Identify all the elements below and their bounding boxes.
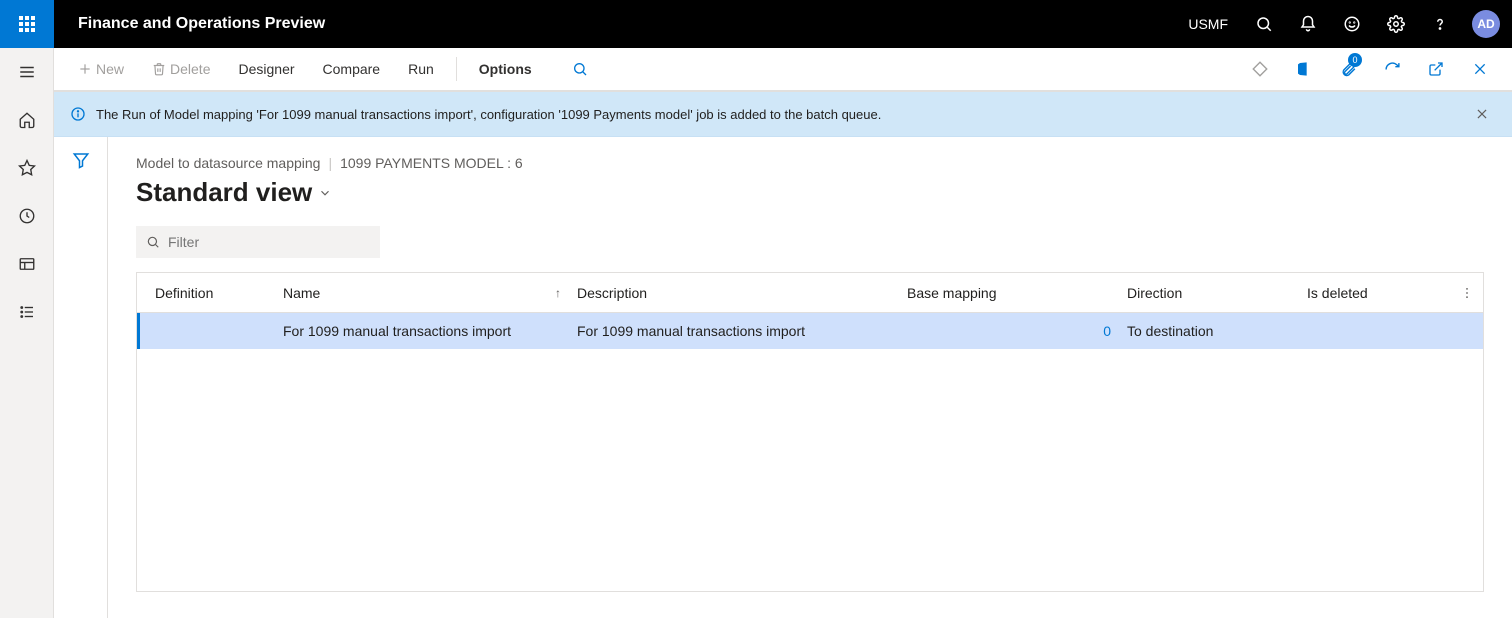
col-header-base-mapping[interactable]: Base mapping (899, 285, 1089, 301)
home-icon (18, 111, 36, 129)
nav-recent[interactable] (0, 192, 54, 240)
compare-label: Compare (323, 61, 381, 77)
attachments-button[interactable]: 0 (1330, 51, 1366, 87)
refresh-button[interactable] (1374, 51, 1410, 87)
col-header-definition[interactable]: Definition (147, 285, 275, 301)
breadcrumb-b: 1099 PAYMENTS MODEL : 6 (340, 155, 523, 171)
filter-box[interactable] (136, 226, 380, 258)
info-icon (70, 106, 86, 122)
popout-button[interactable] (1418, 51, 1454, 87)
more-vertical-icon (1460, 286, 1474, 300)
chevron-down-icon[interactable] (318, 186, 332, 200)
breadcrumb-a[interactable]: Model to datasource mapping (136, 155, 320, 171)
col-header-name[interactable]: Name ↑ (275, 285, 569, 301)
settings-button[interactable] (1376, 0, 1416, 48)
workspace-icon (18, 255, 36, 273)
table-row[interactable]: For 1099 manual transactions import For … (137, 313, 1483, 349)
new-button[interactable]: New (68, 55, 134, 83)
app-header: Finance and Operations Preview USMF AD (0, 0, 1512, 48)
col-header-name-label: Name (283, 285, 320, 301)
notifications-button[interactable] (1288, 0, 1328, 48)
refresh-icon (1384, 61, 1401, 78)
delete-button[interactable]: Delete (142, 55, 220, 83)
breadcrumb-sep: | (328, 155, 332, 171)
nav-workspaces[interactable] (0, 240, 54, 288)
hamburger-icon (18, 63, 36, 81)
dataverse-button[interactable] (1242, 51, 1278, 87)
attachments-badge: 0 (1348, 53, 1362, 67)
nav-favorites[interactable] (0, 144, 54, 192)
cell-base-num: 0 (1089, 323, 1119, 339)
col-header-direction[interactable]: Direction (1119, 285, 1299, 301)
diamond-icon (1251, 60, 1269, 78)
bell-icon (1299, 15, 1317, 33)
breadcrumb: Model to datasource mapping | 1099 PAYME… (136, 155, 1484, 171)
funnel-icon (72, 151, 90, 169)
nav-modules[interactable] (0, 288, 54, 336)
info-banner: The Run of Model mapping 'For 1099 manua… (54, 92, 1512, 137)
action-search-button[interactable] (562, 51, 598, 87)
new-label: New (96, 61, 124, 77)
data-grid: Definition Name ↑ Description Base mappi… (136, 272, 1484, 592)
smiley-icon (1343, 15, 1361, 33)
close-icon (1472, 61, 1488, 77)
cell-direction: To destination (1119, 323, 1299, 339)
run-button[interactable]: Run (398, 55, 444, 83)
search-button[interactable] (1244, 0, 1284, 48)
nav-rail (0, 48, 54, 618)
cell-description: For 1099 manual transactions import (569, 323, 899, 339)
help-icon (1431, 15, 1449, 33)
close-icon (1475, 107, 1489, 121)
list-icon (18, 303, 36, 321)
feedback-button[interactable] (1332, 0, 1372, 48)
header-right: USMF AD (1176, 0, 1512, 48)
app-title: Finance and Operations Preview (54, 15, 349, 33)
popout-icon (1428, 61, 1444, 77)
cell-name: For 1099 manual transactions import (275, 323, 569, 339)
grid-header: Definition Name ↑ Description Base mappi… (137, 273, 1483, 313)
plus-icon (78, 62, 92, 76)
search-icon (572, 61, 588, 77)
nav-expand-button[interactable] (0, 48, 54, 96)
page-title-row: Standard view (136, 177, 1484, 208)
options-button[interactable]: Options (469, 55, 542, 83)
clock-icon (18, 207, 36, 225)
search-icon (1255, 15, 1273, 33)
help-button[interactable] (1420, 0, 1460, 48)
content-main: Model to datasource mapping | 1099 PAYME… (108, 137, 1512, 618)
banner-close-button[interactable] (1468, 100, 1496, 128)
star-icon (18, 159, 36, 177)
office-icon (1296, 60, 1312, 78)
grid-more-button[interactable] (1451, 286, 1483, 300)
col-header-is-deleted[interactable]: Is deleted (1299, 285, 1451, 301)
action-divider (456, 57, 457, 81)
compare-button[interactable]: Compare (313, 55, 391, 83)
gear-icon (1387, 15, 1405, 33)
run-label: Run (408, 61, 434, 77)
options-label: Options (479, 61, 532, 77)
filter-input[interactable] (168, 234, 370, 250)
designer-button[interactable]: Designer (228, 55, 304, 83)
designer-label: Designer (238, 61, 294, 77)
col-header-description[interactable]: Description (569, 285, 899, 301)
office-button[interactable] (1286, 51, 1322, 87)
waffle-icon (19, 16, 35, 32)
app-launcher-button[interactable] (0, 0, 54, 48)
delete-label: Delete (170, 61, 210, 77)
nav-home[interactable] (0, 96, 54, 144)
close-button[interactable] (1462, 51, 1498, 87)
sort-ascending-icon: ↑ (555, 286, 561, 300)
company-label[interactable]: USMF (1176, 16, 1240, 32)
filter-pane-toggle[interactable] (72, 151, 90, 618)
avatar[interactable]: AD (1472, 10, 1500, 38)
info-message: The Run of Model mapping 'For 1099 manua… (96, 107, 881, 122)
search-icon (146, 235, 160, 249)
page-title[interactable]: Standard view (136, 177, 312, 208)
filter-pane-rail (54, 137, 108, 618)
trash-icon (152, 62, 166, 76)
action-bar: New Delete Designer Compare Run Options (54, 48, 1512, 92)
